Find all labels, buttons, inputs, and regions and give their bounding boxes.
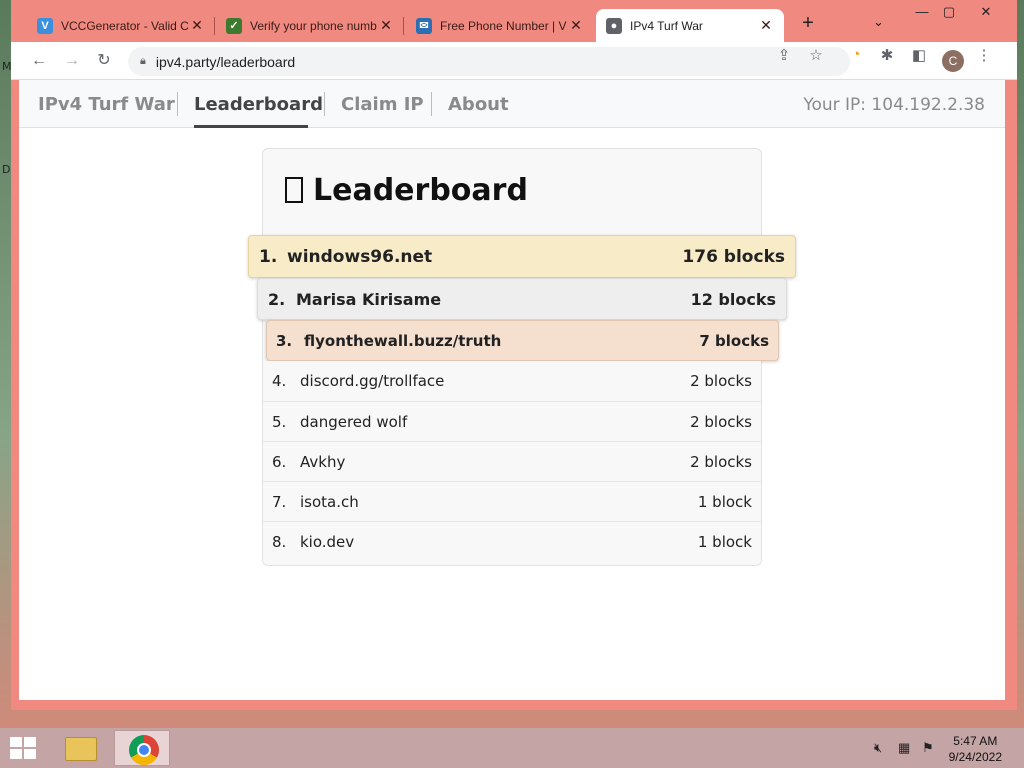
- desktop-icon-label[interactable]: D: [2, 163, 10, 176]
- side-panel-icon[interactable]: ◧: [908, 46, 930, 64]
- leaderboard-row: 8. kio.dev 1 block: [263, 521, 761, 561]
- maximize-icon[interactable]: ▢: [938, 4, 960, 20]
- verify-favicon-icon: ✓: [226, 17, 242, 34]
- leaderboard-row: 4. discord.gg/trollface 2 blocks: [263, 361, 761, 401]
- player-name: kio.dev: [300, 532, 355, 551]
- file-explorer-icon[interactable]: [53, 730, 109, 766]
- page-title-text: Leaderboard: [313, 173, 528, 208]
- block-count: 176 blocks: [682, 246, 785, 267]
- player-name: discord.gg/trollface: [300, 372, 445, 390]
- nav-leaderboard-link[interactable]: Leaderboard: [194, 94, 323, 115]
- tab-title: Free Phone Number | V: [440, 18, 567, 33]
- profile-avatar[interactable]: C: [942, 50, 964, 72]
- windows-start-icon[interactable]: [10, 737, 38, 761]
- block-count: 2 blocks: [690, 372, 752, 390]
- active-nav-indicator: [194, 125, 308, 128]
- block-count: 1 block: [697, 492, 752, 511]
- taskbar: 🔇︎ ▦ ⚑ 5:47 AM 9/24/2022: [0, 728, 1024, 768]
- block-count: 12 blocks: [690, 289, 776, 309]
- block-count: 1 block: [697, 532, 752, 551]
- tab-ipv4-turf-war[interactable]: ● IPv4 Turf War ✕: [596, 9, 784, 42]
- reload-icon[interactable]: ↻: [93, 50, 115, 72]
- leaderboard-row: 7. isota.ch 1 block: [263, 481, 761, 521]
- network-icon[interactable]: ▦: [898, 740, 910, 756]
- browser-toolbar: ← → ↻ 🔒︎ ipv4.party/leaderboard ⇪ ☆ ◔ ✱ …: [11, 42, 1017, 80]
- clock-date: 9/24/2022: [948, 750, 1002, 764]
- tab-vccgenerator[interactable]: V VCCGenerator - Valid C ✕: [27, 9, 215, 42]
- leaderboard-row: 1. windows96.net 176 blocks: [248, 235, 796, 278]
- block-count: 2 blocks: [690, 452, 752, 471]
- forward-arrow-icon[interactable]: →: [61, 50, 83, 72]
- player-name: flyonthewall.buzz/truth: [304, 331, 502, 350]
- block-count: 7 blocks: [699, 331, 769, 350]
- tab-title: VCCGenerator - Valid C: [61, 18, 189, 33]
- close-tab-icon[interactable]: ✕: [758, 17, 774, 34]
- tab-verify-phone[interactable]: ✓ Verify your phone numb ✕: [216, 9, 404, 42]
- bookmark-star-icon[interactable]: ☆: [805, 46, 827, 64]
- rss-icon[interactable]: ◔: [845, 46, 867, 63]
- player-name: windows96.net: [287, 246, 433, 267]
- close-tab-icon[interactable]: ✕: [378, 17, 394, 34]
- globe-favicon-icon: ●: [606, 17, 622, 34]
- url-text[interactable]: ipv4.party/leaderboard: [156, 54, 295, 70]
- player-name: Marisa Kirisame: [296, 289, 442, 309]
- rank-number: 7.: [272, 492, 287, 511]
- nav-divider: [431, 92, 432, 116]
- vccgenerator-favicon-icon: V: [37, 17, 53, 34]
- menu-kebab-icon[interactable]: ⋮: [973, 46, 995, 64]
- page-title: Leaderboard: [285, 173, 528, 208]
- player-name: Avkhy: [300, 452, 346, 471]
- rank-number: 2.: [268, 289, 286, 309]
- site-nav: IPv4 Turf War Leaderboard Claim IP About…: [19, 80, 1005, 128]
- nav-brand-link[interactable]: IPv4 Turf War: [38, 94, 175, 115]
- block-count: 2 blocks: [690, 412, 752, 431]
- rank-number: 3.: [276, 331, 293, 350]
- system-clock[interactable]: 5:47 AM 9/24/2022: [949, 733, 1002, 765]
- minimize-icon[interactable]: —: [911, 4, 933, 19]
- close-window-icon[interactable]: ✕: [975, 4, 997, 20]
- browser-window: V VCCGenerator - Valid C ✕ ✓ Verify your…: [11, 0, 1017, 710]
- back-arrow-icon[interactable]: ←: [28, 50, 50, 72]
- rank-number: 6.: [272, 452, 287, 471]
- tab-title: IPv4 Turf War: [630, 18, 703, 33]
- leaderboard-row: 5. dangered wolf 2 blocks: [263, 401, 761, 441]
- placeholder-glyph-icon: [285, 177, 303, 203]
- close-tab-icon[interactable]: ✕: [189, 17, 205, 34]
- page-content: IPv4 Turf War Leaderboard Claim IP About…: [19, 80, 1005, 700]
- speaker-muted-icon[interactable]: 🔇︎: [874, 740, 882, 756]
- lock-icon[interactable]: 🔒︎: [140, 55, 146, 68]
- nav-divider: [177, 92, 178, 116]
- folder-icon: [65, 737, 97, 761]
- rank-number: 1.: [259, 246, 278, 267]
- tab-free-phone-number[interactable]: ✉ Free Phone Number | V ✕: [406, 9, 594, 42]
- your-ip-display: Your IP: 104.192.2.38: [803, 95, 985, 115]
- chevron-down-icon[interactable]: ⌄: [873, 14, 884, 30]
- action-center-flag-icon[interactable]: ⚑: [922, 740, 934, 756]
- rank-number: 5.: [272, 412, 287, 431]
- phone-favicon-icon: ✉: [416, 17, 432, 34]
- nav-divider: [324, 92, 325, 116]
- chrome-taskbar-button[interactable]: [114, 730, 170, 766]
- nav-about-link[interactable]: About: [448, 94, 509, 115]
- close-tab-icon[interactable]: ✕: [568, 17, 584, 34]
- player-name: isota.ch: [300, 492, 359, 511]
- new-tab-icon[interactable]: +: [796, 12, 820, 35]
- extensions-puzzle-icon[interactable]: ✱: [876, 46, 898, 64]
- rank-number: 8.: [272, 532, 287, 551]
- rank-number: 4.: [272, 372, 287, 390]
- leaderboard-row: 2. Marisa Kirisame 12 blocks: [257, 278, 787, 320]
- chrome-icon: [129, 735, 159, 765]
- clock-time: 5:47 AM: [953, 734, 998, 748]
- player-name: dangered wolf: [300, 412, 408, 431]
- address-bar[interactable]: 🔒︎ ipv4.party/leaderboard: [128, 47, 850, 76]
- leaderboard-row: 3. flyonthewall.buzz/truth 7 blocks: [266, 320, 779, 361]
- leaderboard-row: 6. Avkhy 2 blocks: [263, 441, 761, 481]
- tab-strip: V VCCGenerator - Valid C ✕ ✓ Verify your…: [11, 0, 1017, 44]
- tab-title: Verify your phone numb: [250, 18, 377, 33]
- share-icon[interactable]: ⇪: [773, 46, 795, 64]
- nav-claim-ip-link[interactable]: Claim IP: [341, 94, 424, 115]
